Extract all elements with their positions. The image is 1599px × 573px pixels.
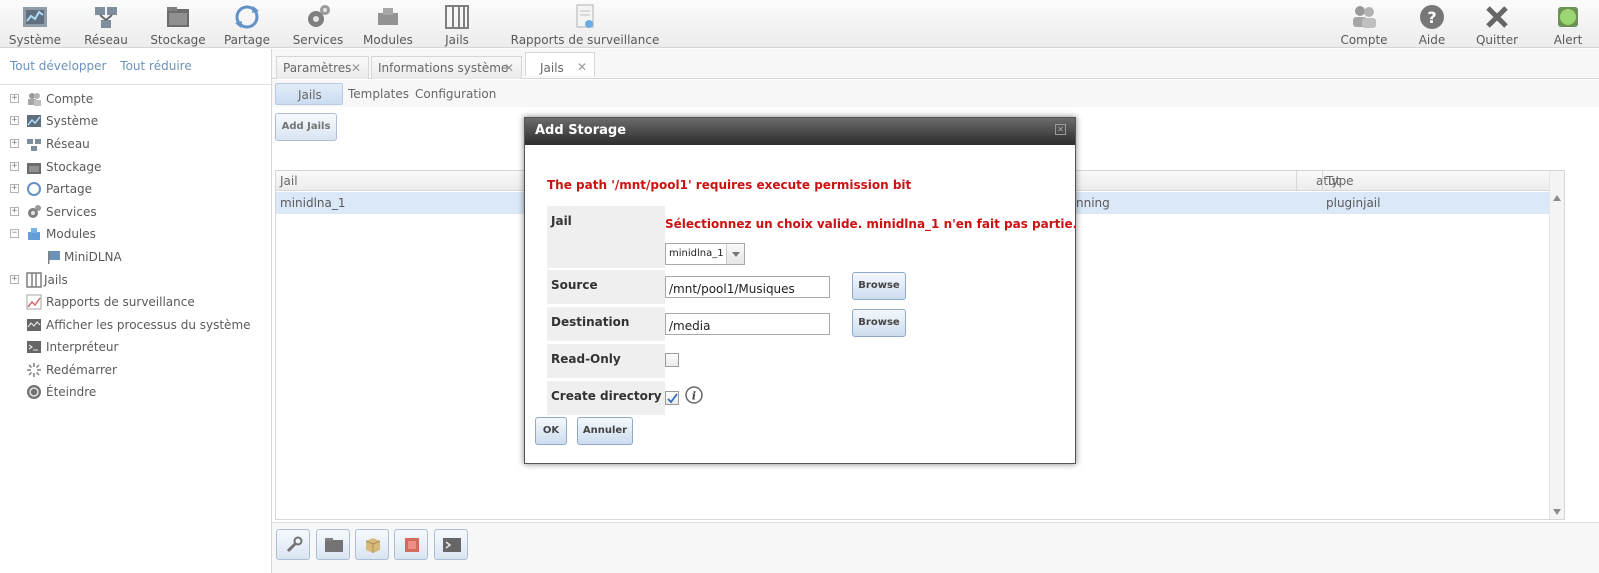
svg-text:i: i xyxy=(692,390,696,403)
checkmark-icon xyxy=(667,393,678,404)
destination-label: Destination xyxy=(547,307,665,341)
jail-select[interactable]: minidlna_1 xyxy=(665,243,745,265)
source-input[interactable] xyxy=(665,276,830,298)
info-icon[interactable]: i xyxy=(685,386,703,404)
chevron-down-icon[interactable] xyxy=(726,244,744,264)
readonly-label: Read-Only xyxy=(547,344,665,378)
cancel-button[interactable]: Annuler xyxy=(577,417,633,445)
readonly-checkbox[interactable] xyxy=(665,353,679,367)
destination-browse-button[interactable]: Browse xyxy=(852,309,906,337)
destination-input[interactable] xyxy=(665,313,830,335)
source-browse-button[interactable]: Browse xyxy=(852,272,906,300)
form-error-message: The path '/mnt/pool1' requires execute p… xyxy=(547,178,912,192)
ok-button[interactable]: OK xyxy=(535,417,567,445)
create-directory-checkbox[interactable] xyxy=(665,391,679,405)
jail-label: Jail xyxy=(547,206,665,268)
create-directory-label: Create directory xyxy=(547,381,665,415)
add-storage-dialog: Add Storage ✕ The path '/mnt/pool1' requ… xyxy=(524,117,1078,464)
source-label: Source xyxy=(547,270,665,304)
close-icon[interactable]: ✕ xyxy=(1055,124,1066,135)
jail-field-error: Sélectionnez un choix valide. minidlna_1… xyxy=(665,217,1078,231)
dialog-title: Add Storage xyxy=(535,123,627,138)
dialog-titlebar[interactable]: Add Storage ✕ xyxy=(525,118,1075,145)
